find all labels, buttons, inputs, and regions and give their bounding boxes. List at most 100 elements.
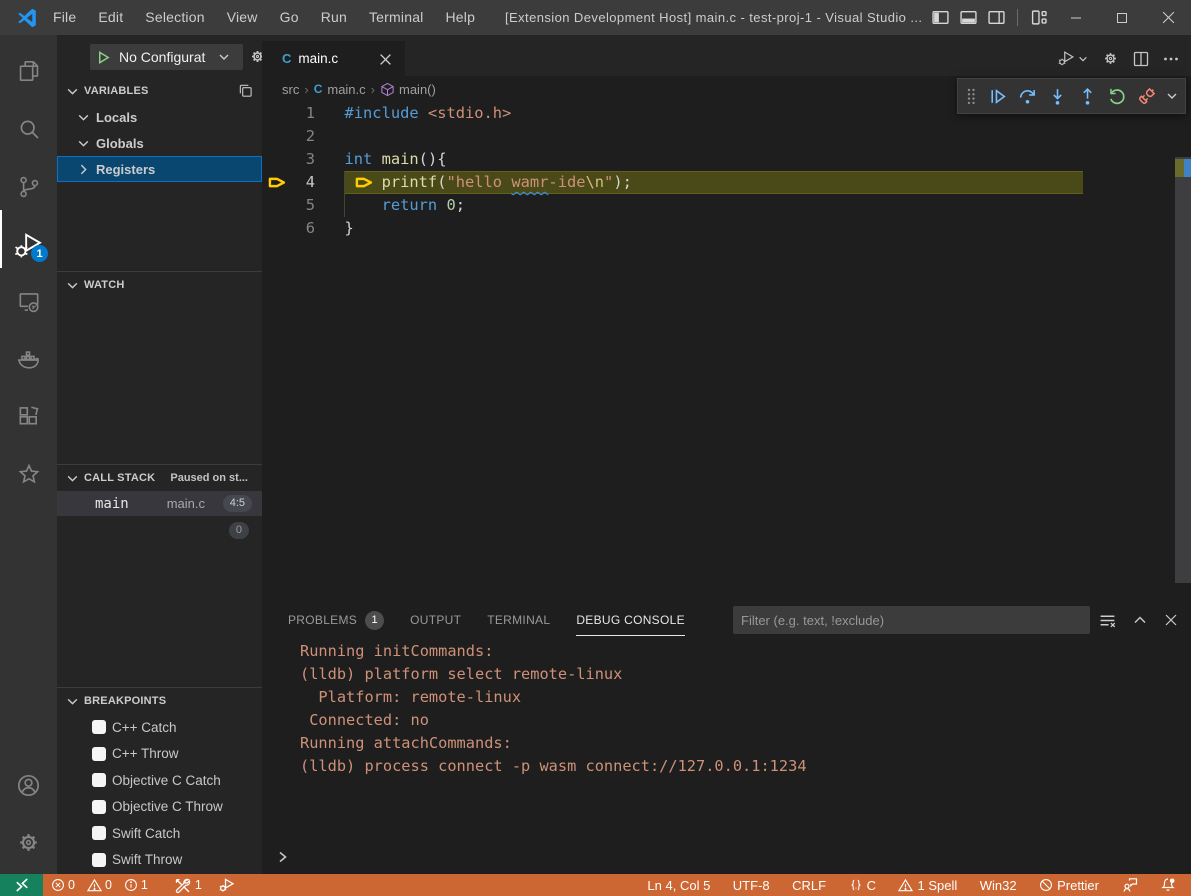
checkbox-unchecked[interactable] <box>92 826 106 840</box>
code-editor[interactable]: 1#include <stdio.h>23int main(){4 printf… <box>262 102 1175 590</box>
step-into-button[interactable] <box>1042 81 1072 111</box>
continue-button[interactable] <box>982 81 1012 111</box>
menu-run[interactable]: Run <box>310 0 358 35</box>
toggle-sidebar-icon[interactable] <box>930 8 950 28</box>
breakpoint-c-catch[interactable]: C++ Catch <box>57 714 262 740</box>
language-mode[interactable]: C <box>849 874 876 896</box>
close-panel-icon[interactable] <box>1164 613 1178 627</box>
accounts-icon[interactable] <box>0 757 57 813</box>
step-over-button[interactable] <box>1012 81 1042 111</box>
panel-tab-debug-console[interactable]: DEBUG CONSOLE <box>576 595 685 645</box>
breakpoint-objective-c-throw[interactable]: Objective C Throw <box>57 794 262 820</box>
more-actions-icon[interactable] <box>1163 51 1179 67</box>
cursor-position[interactable]: Ln 4, Col 5 <box>647 874 710 896</box>
filter-input[interactable] <box>733 613 1063 628</box>
window-controls <box>1053 0 1191 35</box>
minimize-button[interactable] <box>1053 0 1099 35</box>
run-or-debug-button[interactable] <box>1057 49 1088 68</box>
close-button[interactable] <box>1145 0 1191 35</box>
chevron-down-icon[interactable] <box>1162 81 1182 111</box>
run-and-debug-icon[interactable]: 1 <box>0 217 57 273</box>
variables-section-header[interactable]: VARIABLES <box>57 78 262 104</box>
menu-view[interactable]: View <box>216 0 269 35</box>
checkbox-unchecked[interactable] <box>92 773 106 787</box>
variable-scope-locals[interactable]: Locals <box>57 104 262 130</box>
scrollbar-slider[interactable] <box>1175 157 1191 583</box>
titlebar-separator <box>1017 9 1018 26</box>
stack-frame-row[interactable]: main main.c 4:5 <box>57 491 262 516</box>
remote-explorer-icon[interactable] <box>0 274 57 330</box>
watch-section-header[interactable]: WATCH <box>57 272 262 298</box>
debug-console-status[interactable] <box>218 874 236 896</box>
step-out-button[interactable] <box>1072 81 1102 111</box>
formatter-status[interactable]: Prettier <box>1039 874 1099 896</box>
breakpoint-c-throw[interactable]: C++ Throw <box>57 741 262 767</box>
breakpoints-section-header[interactable]: BREAKPOINTS <box>57 688 262 714</box>
disconnect-button[interactable] <box>1132 81 1162 111</box>
docker-icon[interactable] <box>0 331 57 387</box>
settings-gear-icon[interactable] <box>1102 50 1119 67</box>
checkbox-unchecked[interactable] <box>92 800 106 814</box>
variable-scope-globals[interactable]: Globals <box>57 130 262 156</box>
toolchain-status[interactable]: 1 <box>174 874 202 896</box>
spell-label: 1 Spell <box>917 878 957 893</box>
remote-indicator[interactable] <box>0 874 43 896</box>
toggle-panel-icon[interactable] <box>958 8 978 28</box>
breakpoint-objective-c-catch[interactable]: Objective C Catch <box>57 767 262 793</box>
session-badge: 0 <box>229 522 249 539</box>
breakpoint-swift-catch[interactable]: Swift Catch <box>57 820 262 846</box>
maximize-panel-icon[interactable] <box>1133 613 1147 627</box>
maximize-button[interactable] <box>1099 0 1145 35</box>
os-target[interactable]: Win32 <box>980 874 1017 896</box>
encoding[interactable]: UTF-8 <box>733 874 770 896</box>
restart-button[interactable] <box>1102 81 1132 111</box>
checkbox-unchecked[interactable] <box>92 747 106 761</box>
checkbox-unchecked[interactable] <box>92 853 106 867</box>
statusbar-left: 0 0 1 1 <box>51 874 236 896</box>
breadcrumb-folder[interactable]: src <box>282 82 299 97</box>
menu-go[interactable]: Go <box>269 0 310 35</box>
console-prompt-icon[interactable] <box>276 850 290 869</box>
tab-close-icon[interactable] <box>376 50 394 68</box>
panel-tab-problems[interactable]: PROBLEMS1 <box>288 595 384 645</box>
toolbar-gripper[interactable] <box>960 81 982 111</box>
overview-ruler[interactable] <box>1175 102 1191 590</box>
menu-terminal[interactable]: Terminal <box>358 0 435 35</box>
panel-tab-terminal[interactable]: TERMINAL <box>487 595 550 645</box>
notifications-status[interactable] <box>1160 874 1176 896</box>
panel-tab-output[interactable]: OUTPUT <box>410 595 461 645</box>
code-text: return 0; <box>345 194 466 217</box>
variable-scope-registers[interactable]: Registers <box>57 156 262 182</box>
split-editor-icon[interactable] <box>1133 51 1149 67</box>
menu-help[interactable]: Help <box>435 0 487 35</box>
menu-selection[interactable]: Selection <box>134 0 215 35</box>
start-debugging-icon[interactable] <box>96 50 111 65</box>
breadcrumb-symbol[interactable]: main() <box>399 82 436 97</box>
toggle-secondary-sidebar-icon[interactable] <box>986 8 1006 28</box>
search-icon[interactable] <box>0 101 57 157</box>
debug-config-dropdown[interactable]: No Configurat <box>90 44 243 70</box>
copy-icon[interactable] <box>238 83 253 98</box>
customize-layout-icon[interactable] <box>1029 8 1049 28</box>
code-line-6: 6} <box>262 217 1175 240</box>
console-filter[interactable] <box>733 606 1090 634</box>
breadcrumb-file[interactable]: main.c <box>327 82 365 97</box>
checkbox-unchecked[interactable] <box>92 720 106 734</box>
menu-file[interactable]: File <box>42 0 87 35</box>
eol-sequence[interactable]: CRLF <box>792 874 826 896</box>
breakpoint-swift-throw[interactable]: Swift Throw <box>57 847 262 873</box>
call-stack-section-header[interactable]: CALL STACK Paused on st... <box>57 465 262 491</box>
feedback-status[interactable] <box>1122 874 1138 896</box>
explorer-icon[interactable] <box>0 43 57 99</box>
editor-area: C main.c <box>262 35 1191 874</box>
source-control-icon[interactable] <box>0 159 57 215</box>
menu-edit[interactable]: Edit <box>87 0 134 35</box>
extensions-icon[interactable] <box>0 389 57 445</box>
problems-status[interactable]: 0 0 1 <box>51 874 157 896</box>
spell-checker-status[interactable]: 1 Spell <box>898 874 957 896</box>
c-file-icon: C <box>282 51 291 66</box>
tab-main-c[interactable]: C main.c <box>262 41 405 76</box>
settings-gear-icon[interactable] <box>0 814 57 870</box>
star-icon[interactable] <box>0 446 57 502</box>
filter-icon[interactable] <box>1099 612 1116 629</box>
